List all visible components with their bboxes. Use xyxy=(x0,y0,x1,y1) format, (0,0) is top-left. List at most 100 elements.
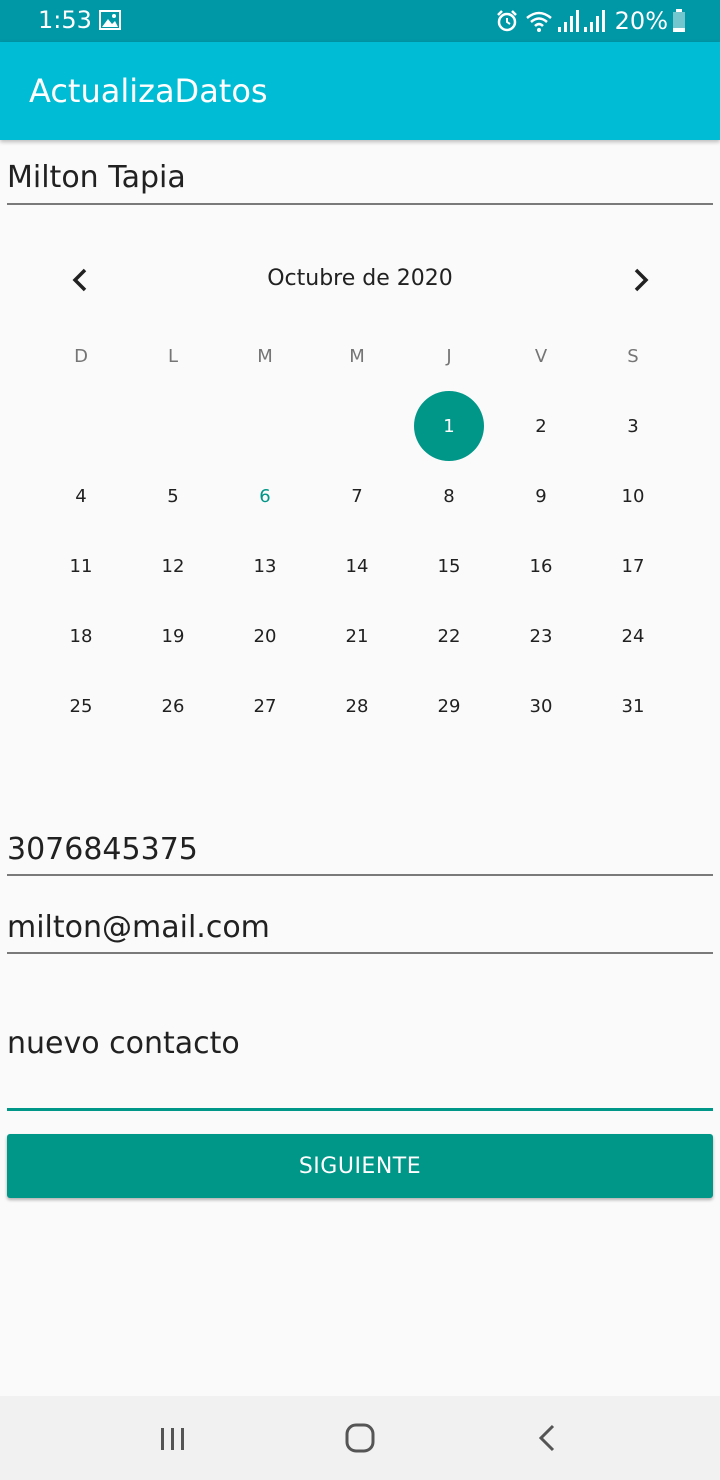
calendar-day-label: 27 xyxy=(253,695,277,717)
calendar-day-label: 12 xyxy=(161,555,185,577)
calendar-day-label: 14 xyxy=(345,555,369,577)
calendar-day[interactable]: 26 xyxy=(127,671,219,741)
calendar-day-label: 13 xyxy=(253,555,277,577)
recents-icon[interactable] xyxy=(159,1426,187,1452)
calendar-day-label: 9 xyxy=(535,485,547,507)
gallery-icon xyxy=(99,10,121,30)
calendar-month-title: Octubre de 2020 xyxy=(267,266,453,291)
next-button[interactable]: SIGUIENTE xyxy=(7,1134,713,1198)
calendar-day[interactable]: 5 xyxy=(127,461,219,531)
description-value: nuevo contacto xyxy=(7,1026,240,1061)
calendar-day-label: 21 xyxy=(345,625,369,647)
calendar-day-label: 7 xyxy=(351,485,363,507)
calendar-day[interactable]: 20 xyxy=(219,601,311,671)
calendar-day-label: 6 xyxy=(259,485,271,507)
calendar-day[interactable]: 8 xyxy=(403,461,495,531)
calendar-day[interactable]: 17 xyxy=(587,531,679,601)
calendar-day[interactable]: 14 xyxy=(311,531,403,601)
calendar-day[interactable]: 13 xyxy=(219,531,311,601)
phone-value: 3076845375 xyxy=(7,832,198,867)
calendar-day-selected[interactable]: 1 xyxy=(403,391,495,461)
signal-icon xyxy=(557,10,579,32)
calendar-blank xyxy=(35,391,127,461)
calendar-day[interactable]: 22 xyxy=(403,601,495,671)
calendar-day-label: 2 xyxy=(535,415,547,437)
calendar-day-label: 17 xyxy=(621,555,645,577)
calendar-blank xyxy=(219,391,311,461)
calendar-day-label: 23 xyxy=(529,625,553,647)
calendar-day[interactable]: 28 xyxy=(311,671,403,741)
calendar-day-label: 26 xyxy=(161,695,185,717)
email-field[interactable]: milton@mail.com xyxy=(7,910,713,956)
wifi-icon xyxy=(525,11,552,32)
app-bar: ActualizaDatos xyxy=(0,42,720,140)
calendar-day[interactable]: 9 xyxy=(495,461,587,531)
status-time: 1:53 xyxy=(38,6,92,34)
signal-icon xyxy=(583,10,605,32)
calendar-day-label: 18 xyxy=(69,625,93,647)
calendar-day[interactable]: 12 xyxy=(127,531,219,601)
calendar-day-label: 10 xyxy=(621,485,645,507)
calendar-day[interactable]: 29 xyxy=(403,671,495,741)
name-value: Milton Tapia xyxy=(7,160,186,195)
calendar-day-label: 1 xyxy=(414,391,484,461)
calendar-day[interactable]: 23 xyxy=(495,601,587,671)
date-picker: Octubre de 2020 DLMMJVS 1 2 3 4 5 6 7 8 9 10 11 12 1… xyxy=(35,250,679,730)
calendar-blank xyxy=(127,391,219,461)
calendar-day-label: 31 xyxy=(621,695,645,717)
navigation-bar xyxy=(0,1396,720,1480)
email-value: milton@mail.com xyxy=(7,910,270,945)
calendar-day[interactable]: 3 xyxy=(587,391,679,461)
weekday-label: D xyxy=(74,346,88,367)
calendar-day-label: 11 xyxy=(69,555,93,577)
weekday-label: V xyxy=(534,346,548,367)
calendar-blank xyxy=(311,391,403,461)
calendar-day[interactable]: 16 xyxy=(495,531,587,601)
calendar-day[interactable]: 7 xyxy=(311,461,403,531)
calendar-day-label: 19 xyxy=(161,625,185,647)
email-underline xyxy=(7,952,713,954)
calendar-day[interactable]: 19 xyxy=(127,601,219,671)
phone-underline xyxy=(7,874,713,876)
description-underline xyxy=(7,1108,713,1111)
battery-icon xyxy=(673,9,685,32)
calendar-day[interactable]: 11 xyxy=(35,531,127,601)
calendar-day[interactable]: 25 xyxy=(35,671,127,741)
alarm-icon xyxy=(496,10,517,32)
calendar-day-label: 20 xyxy=(253,625,277,647)
weekday-label: M xyxy=(257,346,273,367)
calendar-day[interactable]: 31 xyxy=(587,671,679,741)
battery-percentage: 20% xyxy=(614,7,668,35)
chevron-right-icon[interactable] xyxy=(624,264,656,296)
calendar-day-label: 8 xyxy=(443,485,455,507)
calendar-day[interactable]: 4 xyxy=(35,461,127,531)
calendar-day[interactable]: 6 xyxy=(219,461,311,531)
calendar-day-label: 28 xyxy=(345,695,369,717)
home-icon[interactable] xyxy=(344,1422,376,1454)
calendar-day[interactable]: 18 xyxy=(35,601,127,671)
calendar-day-label: 30 xyxy=(529,695,553,717)
calendar-grid: 1 2 3 4 5 6 7 8 9 10 11 12 13 14 15 16 17 18 19 20 21 22 23 24 2… xyxy=(35,391,679,741)
calendar-day[interactable]: 30 xyxy=(495,671,587,741)
name-field[interactable]: Milton Tapia xyxy=(7,160,713,206)
status-icons: 20% xyxy=(495,6,686,36)
calendar-day[interactable]: 2 xyxy=(495,391,587,461)
calendar-day[interactable]: 27 xyxy=(219,671,311,741)
calendar-day[interactable]: 15 xyxy=(403,531,495,601)
phone-field[interactable]: 3076845375 xyxy=(7,832,713,878)
calendar-day[interactable]: 10 xyxy=(587,461,679,531)
weekday-label: M xyxy=(349,346,365,367)
calendar-day-label: 5 xyxy=(167,485,179,507)
calendar-day[interactable]: 24 xyxy=(587,601,679,671)
weekday-label: L xyxy=(167,346,179,367)
calendar-day-label: 24 xyxy=(621,625,645,647)
calendar-day[interactable]: 21 xyxy=(311,601,403,671)
name-underline xyxy=(7,203,713,205)
calendar-day-label: 4 xyxy=(75,485,87,507)
back-icon[interactable] xyxy=(536,1422,558,1454)
calendar-day-label: 25 xyxy=(69,695,93,717)
calendar-day-label: 22 xyxy=(437,625,461,647)
description-field[interactable]: nuevo contacto xyxy=(7,1026,713,1114)
next-button-label: SIGUIENTE xyxy=(298,1153,422,1179)
calendar-day-label: 15 xyxy=(437,555,461,577)
